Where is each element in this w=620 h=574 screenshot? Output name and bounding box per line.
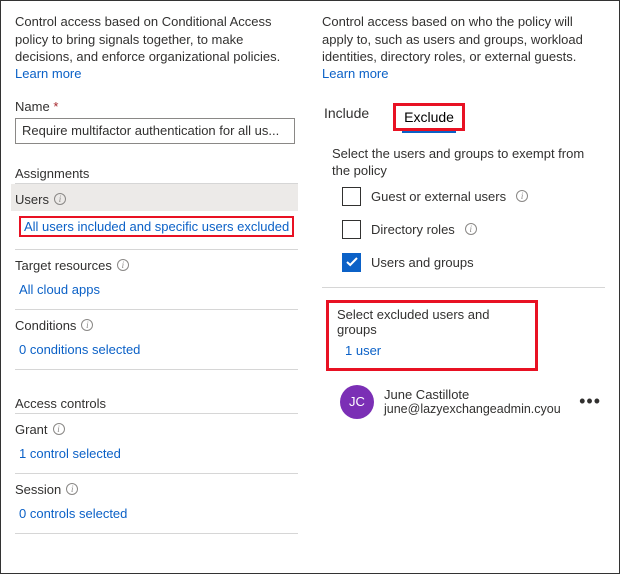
session-label: Session bbox=[15, 482, 61, 497]
select-excluded-block: Select excluded users and groups 1 user bbox=[326, 300, 538, 371]
info-icon[interactable]: i bbox=[53, 423, 65, 435]
info-icon[interactable]: i bbox=[66, 483, 78, 495]
users-value[interactable]: All users included and specific users ex… bbox=[15, 211, 298, 247]
conditions-label: Conditions bbox=[15, 318, 76, 333]
grant-value[interactable]: 1 control selected bbox=[15, 441, 298, 471]
assignments-heading: Assignments bbox=[15, 166, 298, 181]
name-label: Name * bbox=[15, 99, 298, 114]
target-resources-row[interactable]: Target resources i bbox=[15, 250, 298, 277]
opt-roles-row[interactable]: Directory roles i bbox=[322, 213, 605, 246]
info-icon[interactable]: i bbox=[81, 319, 93, 331]
user-email: june@lazyexchangeadmin.cyou bbox=[384, 402, 561, 416]
info-icon[interactable]: i bbox=[516, 190, 528, 202]
opt-roles-label: Directory roles bbox=[371, 222, 455, 237]
learn-more-left[interactable]: Learn more bbox=[15, 66, 81, 81]
target-value[interactable]: All cloud apps bbox=[15, 277, 298, 307]
access-controls-heading: Access controls bbox=[15, 396, 298, 411]
tab-include[interactable]: Include bbox=[322, 103, 371, 127]
users-label: Users bbox=[15, 192, 49, 207]
conditions-value[interactable]: 0 conditions selected bbox=[15, 337, 298, 367]
session-row[interactable]: Session i bbox=[15, 474, 298, 501]
tab-exclude[interactable]: Exclude bbox=[402, 107, 456, 133]
grant-label: Grant bbox=[15, 422, 48, 437]
target-label: Target resources bbox=[15, 258, 112, 273]
excluded-user-row[interactable]: JC June Castillote june@lazyexchangeadmi… bbox=[322, 371, 605, 419]
opt-usersgroups-row[interactable]: Users and groups bbox=[322, 246, 605, 279]
right-intro: Control access based on who the policy w… bbox=[322, 13, 605, 66]
checkbox-unchecked-icon[interactable] bbox=[342, 187, 361, 206]
policy-name-input[interactable] bbox=[15, 118, 295, 144]
checkbox-checked-icon[interactable] bbox=[342, 253, 361, 272]
user-name: June Castillote bbox=[384, 387, 561, 402]
more-icon[interactable]: ••• bbox=[579, 396, 605, 407]
grant-row[interactable]: Grant i bbox=[15, 414, 298, 441]
checkbox-unchecked-icon[interactable] bbox=[342, 220, 361, 239]
learn-more-right[interactable]: Learn more bbox=[322, 66, 388, 81]
opt-guest-label: Guest or external users bbox=[371, 189, 506, 204]
session-value[interactable]: 0 controls selected bbox=[15, 501, 298, 531]
include-exclude-tabs: Include Exclude bbox=[322, 103, 605, 131]
opt-guest-row[interactable]: Guest or external users i bbox=[322, 180, 605, 213]
left-intro: Control access based on Conditional Acce… bbox=[15, 13, 298, 66]
conditions-row[interactable]: Conditions i bbox=[15, 310, 298, 337]
info-icon[interactable]: i bbox=[465, 223, 477, 235]
info-icon[interactable]: i bbox=[54, 193, 66, 205]
users-row[interactable]: Users i bbox=[11, 184, 298, 211]
avatar: JC bbox=[340, 385, 374, 419]
select-excluded-value[interactable]: 1 user bbox=[337, 337, 527, 358]
opt-usersgroups-label: Users and groups bbox=[371, 255, 474, 270]
info-icon[interactable]: i bbox=[117, 259, 129, 271]
select-excluded-label: Select excluded users and groups bbox=[337, 307, 527, 337]
exclude-sub-intro: Select the users and groups to exempt fr… bbox=[322, 145, 605, 180]
